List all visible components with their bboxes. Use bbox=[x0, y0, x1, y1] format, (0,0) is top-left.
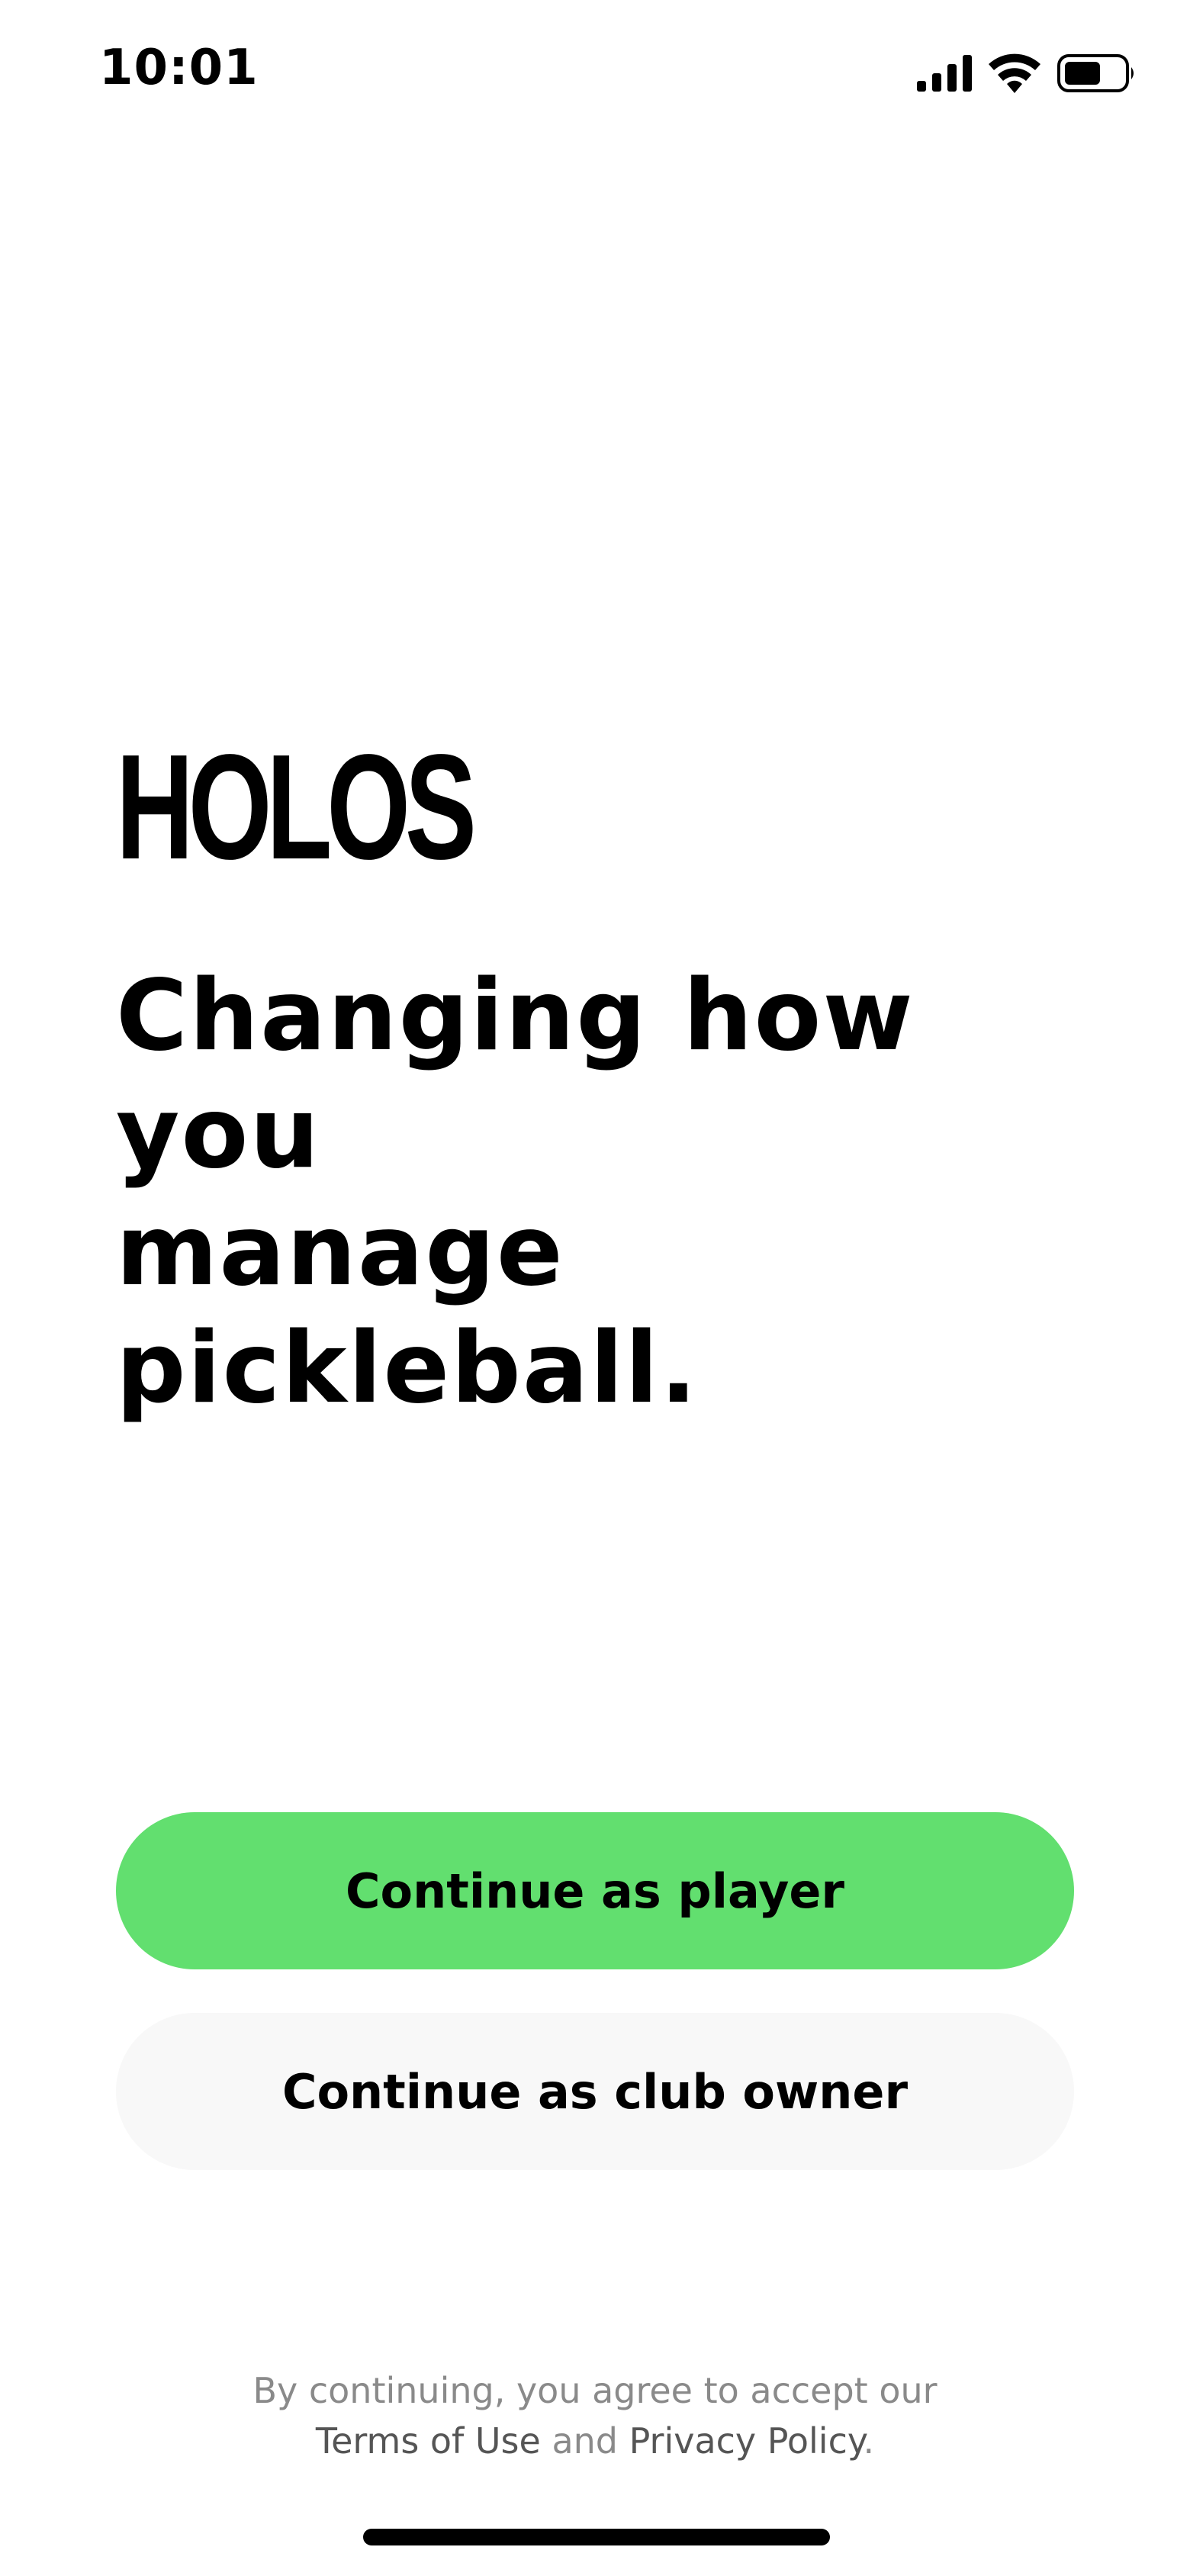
headline-line-1: Changing how you bbox=[116, 959, 915, 1190]
continue-as-player-label: Continue as player bbox=[346, 1863, 844, 1919]
status-time: 10:01 bbox=[99, 40, 259, 96]
home-indicator[interactable] bbox=[363, 2529, 830, 2545]
page-headline: Changing how you manage pickleball. bbox=[116, 958, 1108, 1428]
status-icons bbox=[917, 53, 1137, 93]
continue-as-player-button[interactable]: Continue as player bbox=[116, 1812, 1074, 1969]
privacy-policy-link[interactable]: Privacy Policy bbox=[629, 2420, 864, 2462]
battery-icon bbox=[1057, 54, 1137, 92]
terms-of-use-link[interactable]: Terms of Use bbox=[316, 2420, 541, 2462]
legal-notice: By continuing, you agree to accept our T… bbox=[0, 2365, 1190, 2466]
continue-as-club-owner-button[interactable]: Continue as club owner bbox=[116, 2013, 1074, 2170]
status-bar: 10:01 bbox=[0, 0, 1190, 145]
cellular-signal-icon bbox=[917, 55, 972, 92]
continue-as-club-owner-label: Continue as club owner bbox=[281, 2063, 909, 2120]
legal-links-line: Terms of Use and Privacy Policy. bbox=[0, 2416, 1190, 2466]
legal-and-text: and bbox=[552, 2420, 618, 2462]
legal-period: . bbox=[863, 2420, 875, 2462]
legal-prefix: By continuing, you agree to accept our bbox=[252, 2370, 938, 2411]
wifi-icon bbox=[987, 53, 1042, 93]
headline-line-2: manage pickleball. bbox=[116, 1194, 699, 1425]
holos-logo: HOLOS bbox=[116, 723, 477, 890]
